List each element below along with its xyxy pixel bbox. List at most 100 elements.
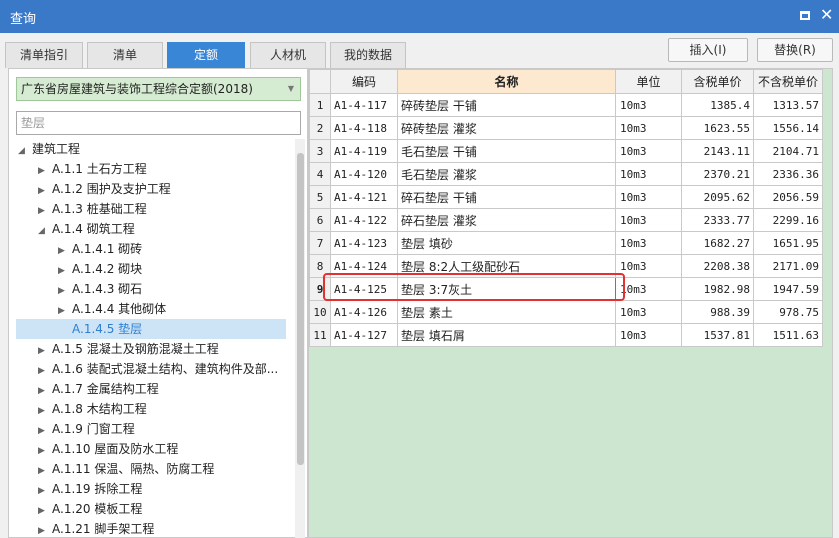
cell-unit[interactable]: 10m3 (615, 323, 682, 347)
cell-unit[interactable]: 10m3 (615, 93, 682, 117)
table-row[interactable]: 7 A1-4-123 垫层 填砂 10m3 1682.27 1651.95 (309, 231, 823, 255)
cell-name[interactable]: 碎石垫层 灌浆 (397, 208, 616, 232)
tab-my-data[interactable]: 我的数据 (330, 42, 406, 68)
cell-price-tax[interactable]: 1682.27 (681, 231, 754, 255)
col-price-tax[interactable]: 含税单价 (681, 69, 754, 94)
cell-price-tax[interactable]: 2095.62 (681, 185, 754, 209)
cell-name[interactable]: 毛石垫层 灌浆 (397, 162, 616, 186)
close-icon[interactable]: ✕ (820, 6, 833, 24)
cell-name[interactable]: 碎砖垫层 干铺 (397, 93, 616, 117)
cell-code[interactable]: A1-4-118 (330, 116, 398, 140)
col-code[interactable]: 编码 (330, 69, 398, 94)
search-input[interactable] (16, 111, 301, 135)
cell-unit[interactable]: 10m3 (615, 208, 682, 232)
table-row[interactable]: 2 A1-4-118 碎砖垫层 灌浆 10m3 1623.55 1556.14 (309, 116, 823, 140)
cell-price-notax[interactable]: 1511.63 (753, 323, 823, 347)
collapsed-icon[interactable]: ▶ (38, 361, 52, 381)
cell-code[interactable]: A1-4-121 (330, 185, 398, 209)
collapsed-icon[interactable]: ▶ (58, 241, 72, 261)
cell-price-notax[interactable]: 1651.95 (753, 231, 823, 255)
cell-unit[interactable]: 10m3 (615, 254, 682, 278)
tree-node[interactable]: ▶ A.1.11 保温、隔热、防腐工程 (38, 459, 214, 479)
collapsed-icon[interactable]: ▶ (38, 381, 52, 401)
tree-node[interactable]: ▶ A.1.4.3 砌石 (58, 279, 142, 299)
table-row[interactable]: 4 A1-4-120 毛石垫层 灌浆 10m3 2370.21 2336.36 (309, 162, 823, 186)
collapsed-icon[interactable]: ▶ (38, 201, 52, 221)
tree-node-building[interactable]: ◢ 建筑工程 (18, 139, 80, 159)
tree-node[interactable]: ▶ A.1.21 脚手架工程 (38, 519, 154, 538)
expanded-icon[interactable]: ◢ (18, 141, 32, 161)
tree-node[interactable]: ▶ A.1.19 拆除工程 (38, 479, 142, 499)
table-row[interactable]: 3 A1-4-119 毛石垫层 干铺 10m3 2143.11 2104.71 (309, 139, 823, 163)
tree-node[interactable]: ▶ A.1.1 土石方工程 (38, 159, 147, 179)
cell-price-notax[interactable]: 2171.09 (753, 254, 823, 278)
cell-price-notax[interactable]: 2104.71 (753, 139, 823, 163)
col-unit[interactable]: 单位 (615, 69, 682, 94)
col-price-notax[interactable]: 不含税单价 (753, 69, 823, 94)
tree-scroll-thumb[interactable] (297, 153, 304, 465)
collapsed-icon[interactable]: ▶ (58, 281, 72, 301)
maximize-icon[interactable] (800, 11, 810, 20)
cell-code[interactable]: A1-4-126 (330, 300, 398, 324)
tree-node-selected[interactable]: A.1.4.5 垫层 (16, 319, 286, 339)
collapsed-icon[interactable]: ▶ (38, 481, 52, 501)
collapsed-icon[interactable]: ▶ (38, 181, 52, 201)
cell-code[interactable]: A1-4-117 (330, 93, 398, 117)
cell-price-notax[interactable]: 2299.16 (753, 208, 823, 232)
cell-name[interactable]: 垫层 填石屑 (397, 323, 616, 347)
cell-unit[interactable]: 10m3 (615, 185, 682, 209)
collapsed-icon[interactable]: ▶ (38, 421, 52, 441)
tree-node[interactable]: ▶ A.1.2 围护及支护工程 (38, 179, 171, 199)
tree-node[interactable]: ▶ A.1.5 混凝土及钢筋混凝土工程 (38, 339, 219, 359)
table-row[interactable]: 10 A1-4-126 垫层 素土 10m3 988.39 978.75 (309, 300, 823, 324)
collapsed-icon[interactable]: ▶ (38, 161, 52, 181)
cell-price-tax[interactable]: 2370.21 (681, 162, 754, 186)
collapsed-icon[interactable]: ▶ (58, 301, 72, 321)
cell-unit[interactable]: 10m3 (615, 300, 682, 324)
collapsed-icon[interactable]: ▶ (38, 521, 52, 538)
cell-name[interactable]: 垫层 填砂 (397, 231, 616, 255)
cell-price-notax[interactable]: 1556.14 (753, 116, 823, 140)
cell-code[interactable]: A1-4-122 (330, 208, 398, 232)
cell-unit[interactable]: 10m3 (615, 162, 682, 186)
table-row[interactable]: 5 A1-4-121 碎石垫层 干铺 10m3 2095.62 2056.59 (309, 185, 823, 209)
cell-code[interactable]: A1-4-120 (330, 162, 398, 186)
cell-price-tax[interactable]: 2333.77 (681, 208, 754, 232)
cell-price-notax[interactable]: 1947.59 (753, 277, 823, 301)
tree-node[interactable]: ▶ A.1.4.1 砌砖 (58, 239, 142, 259)
chevron-down-icon[interactable]: ▼ (288, 78, 294, 100)
collapsed-icon[interactable]: ▶ (58, 261, 72, 281)
cell-code[interactable]: A1-4-123 (330, 231, 398, 255)
replace-button[interactable]: 替换(R) (757, 38, 833, 62)
insert-button[interactable]: 插入(I) (668, 38, 748, 62)
expanded-icon[interactable]: ◢ (38, 221, 52, 241)
cell-price-tax[interactable]: 1385.4 (681, 93, 754, 117)
cell-price-tax[interactable]: 988.39 (681, 300, 754, 324)
tree-node[interactable]: ▶ A.1.4.2 砌块 (58, 259, 142, 279)
cell-price-tax[interactable]: 1982.98 (681, 277, 754, 301)
tree-node[interactable]: ▶ A.1.6 装配式混凝土结构、建筑构件及部... (38, 359, 278, 379)
col-name[interactable]: 名称 (397, 69, 616, 94)
library-select[interactable]: 广东省房屋建筑与装饰工程综合定额(2018) ▼ (16, 77, 301, 101)
collapsed-icon[interactable]: ▶ (38, 341, 52, 361)
cell-code[interactable]: A1-4-127 (330, 323, 398, 347)
cell-price-notax[interactable]: 1313.57 (753, 93, 823, 117)
cell-price-tax[interactable]: 1537.81 (681, 323, 754, 347)
cell-price-notax[interactable]: 2056.59 (753, 185, 823, 209)
cell-price-tax[interactable]: 1623.55 (681, 116, 754, 140)
tab-bill-guide[interactable]: 清单指引 (5, 42, 83, 68)
tab-bill[interactable]: 清单 (87, 42, 163, 68)
table-row[interactable]: 11 A1-4-127 垫层 填石屑 10m3 1537.81 1511.63 (309, 323, 823, 347)
table-row[interactable]: 6 A1-4-122 碎石垫层 灌浆 10m3 2333.77 2299.16 (309, 208, 823, 232)
cell-price-notax[interactable]: 2336.36 (753, 162, 823, 186)
tree-node[interactable]: ◢ A.1.4 砌筑工程 (38, 219, 135, 239)
cell-price-tax[interactable]: 2208.38 (681, 254, 754, 278)
cell-name[interactable]: 毛石垫层 干铺 (397, 139, 616, 163)
cell-unit[interactable]: 10m3 (615, 139, 682, 163)
collapsed-icon[interactable]: ▶ (38, 461, 52, 481)
tab-quota[interactable]: 定额 (167, 42, 245, 68)
table-row[interactable]: 1 A1-4-117 碎砖垫层 干铺 10m3 1385.4 1313.57 (309, 93, 823, 117)
cell-unit[interactable]: 10m3 (615, 277, 682, 301)
cell-name[interactable]: 垫层 素土 (397, 300, 616, 324)
tree-node[interactable]: ▶ A.1.9 门窗工程 (38, 419, 135, 439)
